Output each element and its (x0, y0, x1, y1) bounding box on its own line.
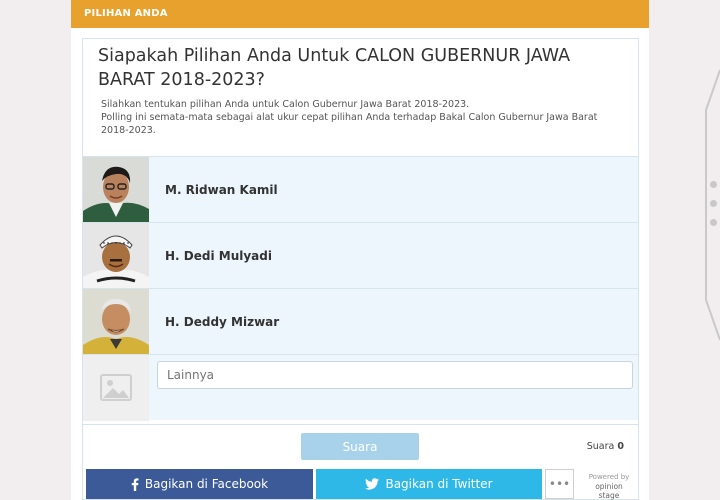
option-ridwan-kamil[interactable]: M. Ridwan Kamil (83, 156, 638, 223)
opinion-stage-brand: opinion stage (595, 482, 623, 500)
facebook-icon (131, 477, 139, 491)
vote-button[interactable]: Suara (301, 433, 419, 460)
candidate-photo (83, 289, 149, 355)
twitter-icon (365, 478, 380, 490)
share-twitter-button[interactable]: Bagikan di Twitter (316, 469, 542, 499)
vote-count: Suara 0 (587, 433, 624, 460)
poll-title: Siapakah Pilihan Anda Untuk CALON GUBERN… (98, 46, 571, 90)
poll-card: PILIHAN ANDA Siapakah Pilihan Anda Untuk… (71, 0, 649, 500)
poll-description: Silahkan tentukan pilihan Anda untuk Cal… (101, 98, 616, 137)
poll-description-line: Silahkan tentukan pilihan Anda untuk Cal… (101, 99, 470, 110)
share-facebook-button[interactable]: Bagikan di Facebook (86, 469, 313, 499)
side-dot-2 (710, 200, 717, 207)
side-dot-3 (710, 219, 717, 226)
option-other (83, 354, 638, 421)
option-deddy-mizwar[interactable]: H. Deddy Mizwar (83, 288, 638, 355)
vote-row: Suara Suara 0 (83, 424, 638, 469)
vote-count-value: 0 (617, 441, 624, 452)
share-row: Bagikan di Facebook Bagikan di Twitter •… (86, 469, 638, 500)
side-dot-1 (710, 181, 717, 188)
option-label: M. Ridwan Kamil (165, 183, 278, 197)
image-placeholder-icon (83, 355, 149, 421)
other-option-input[interactable] (157, 361, 633, 389)
share-facebook-label: Bagikan di Facebook (144, 477, 269, 491)
option-label: H. Dedi Mulyadi (165, 249, 272, 263)
candidate-photo (83, 157, 149, 223)
more-options-button[interactable]: ••• (545, 469, 574, 499)
option-dedi-mulyadi[interactable]: H. Dedi Mulyadi (83, 222, 638, 289)
poll-widget: Siapakah Pilihan Anda Untuk CALON GUBERN… (82, 38, 639, 500)
powered-by-text: Powered by (588, 473, 630, 481)
poll-description-line: Polling ini semata-mata sebagai alat uku… (101, 112, 598, 136)
candidate-photo (83, 223, 149, 289)
section-header: PILIHAN ANDA (71, 0, 649, 28)
option-label: H. Deddy Mizwar (165, 315, 280, 329)
powered-by-logo[interactable]: Powered by opinion stage (584, 473, 634, 500)
vote-count-label: Suara (586, 441, 615, 452)
poll-options: M. Ridwan Kamil H. Dedi Mulyadi H. Deddy… (83, 156, 638, 421)
share-twitter-label: Bagikan di Twitter (385, 477, 493, 491)
